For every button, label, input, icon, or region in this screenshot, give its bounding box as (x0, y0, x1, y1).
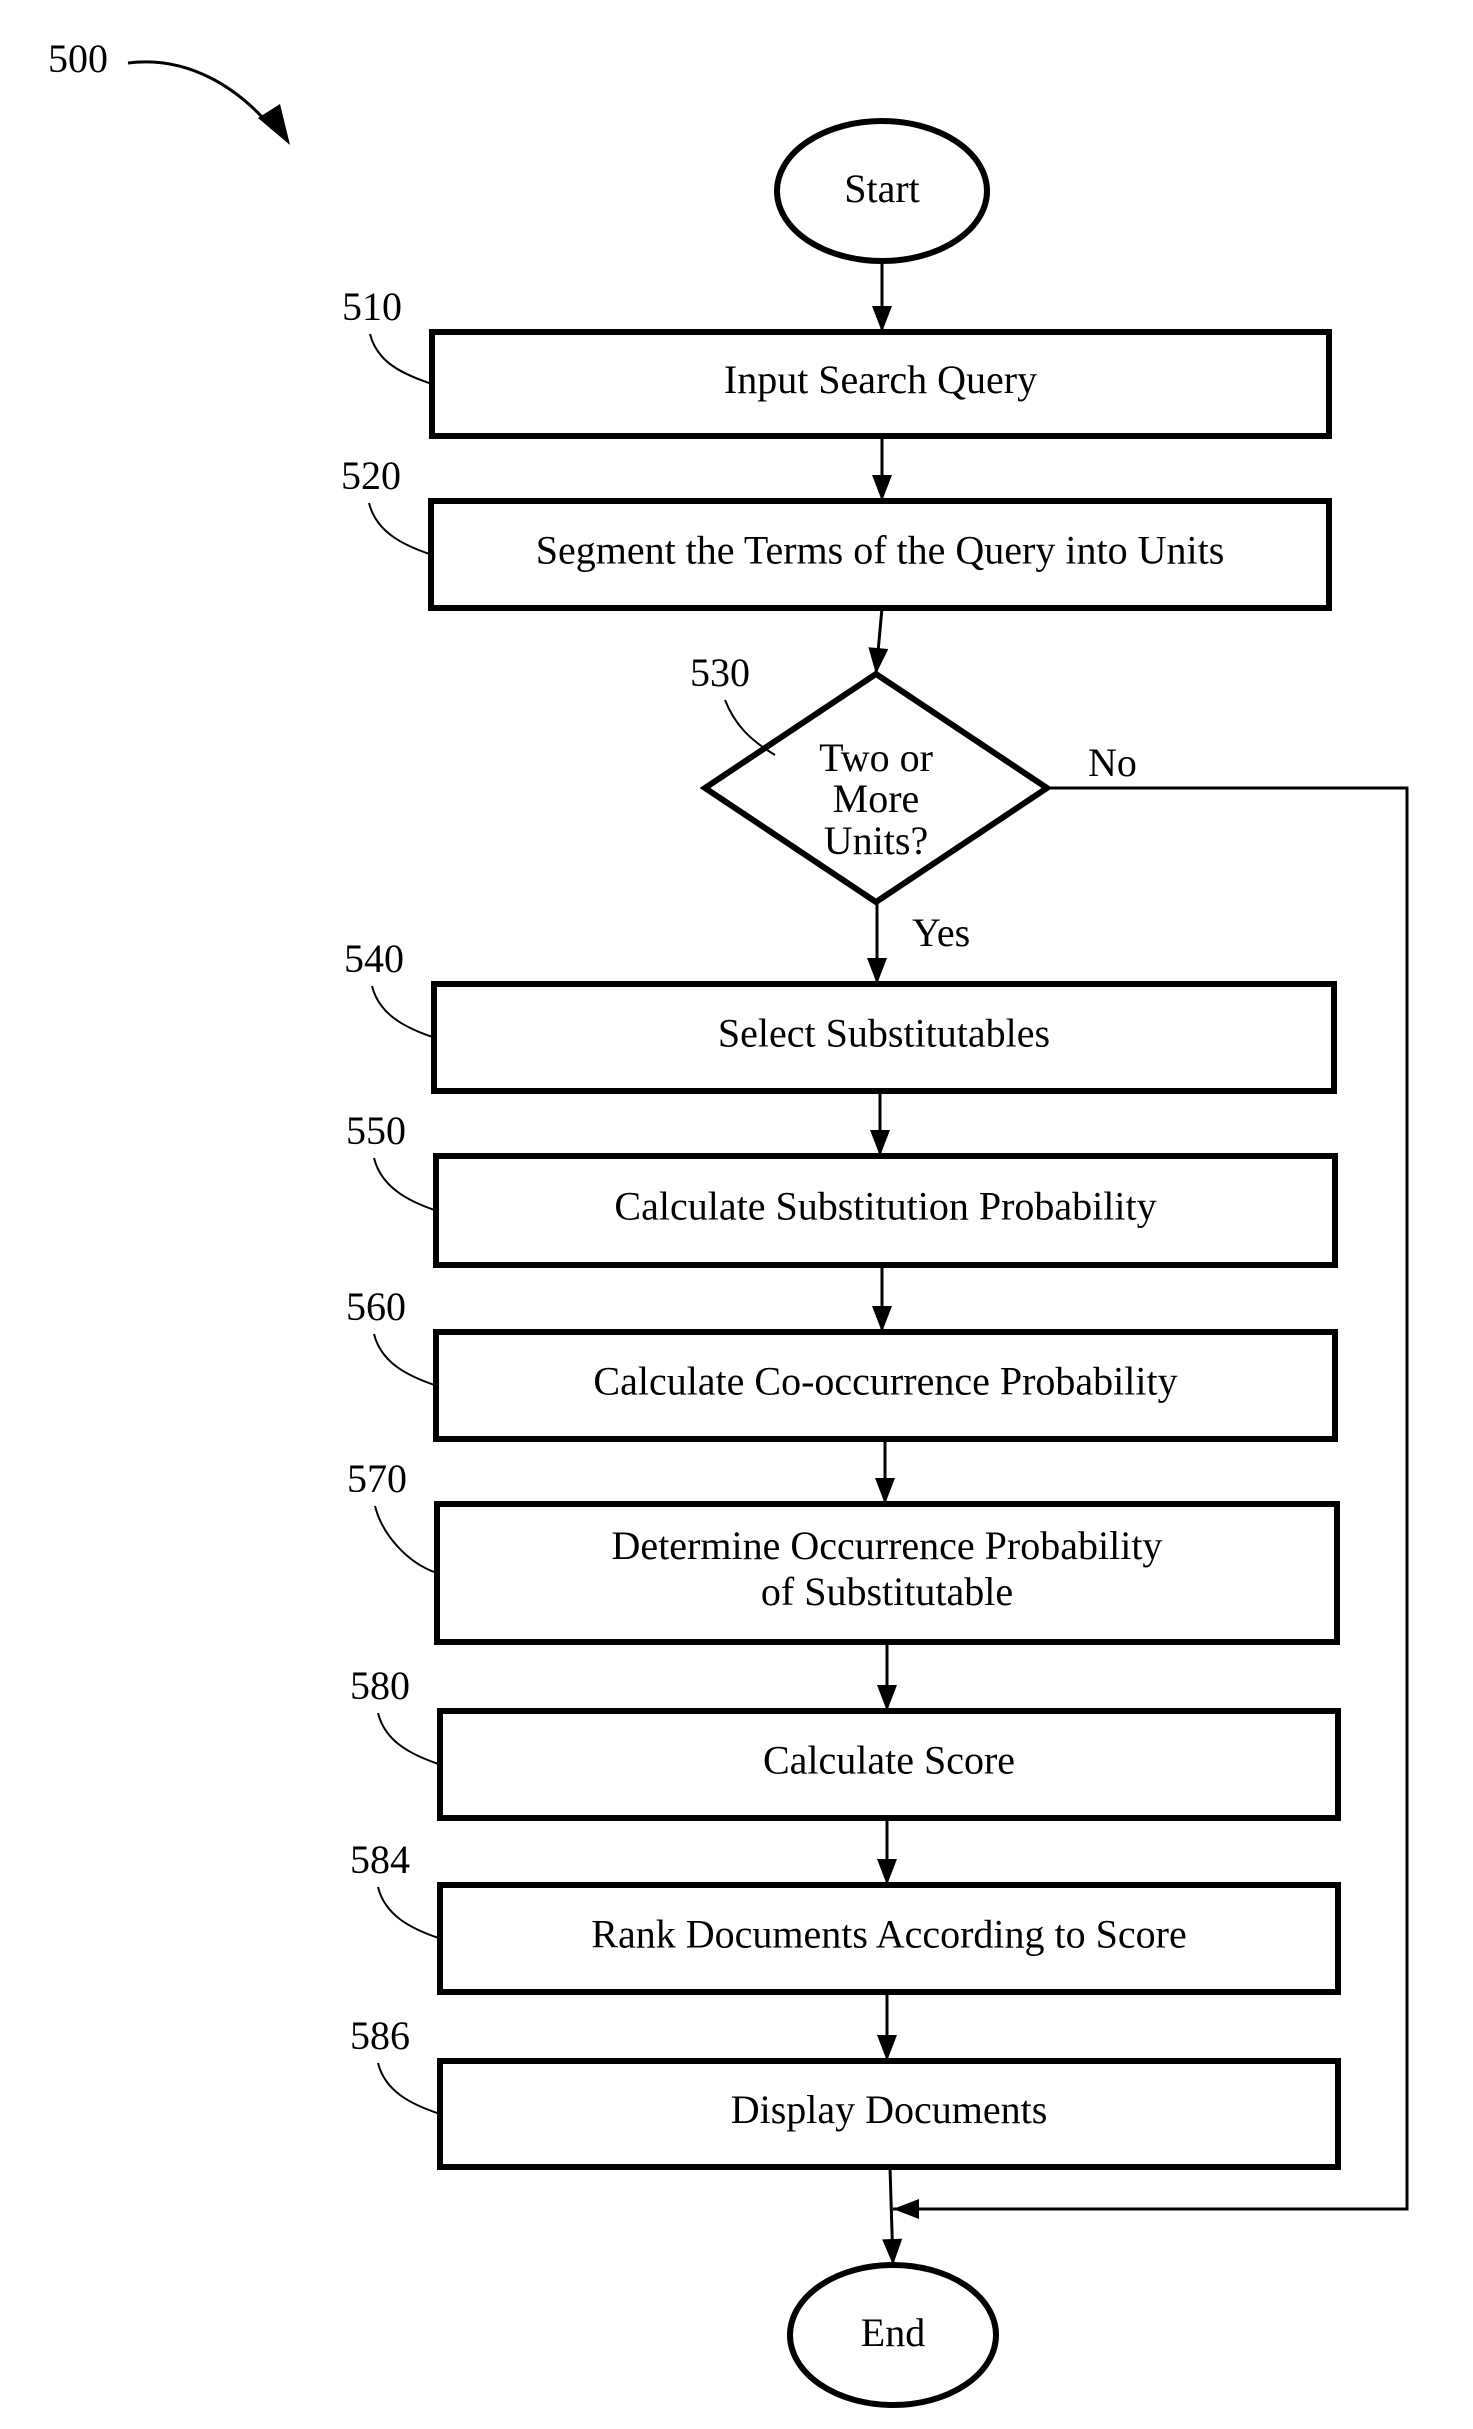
step-text: Segment the Terms of the Query into Unit… (536, 528, 1225, 573)
arrowhead-icon (872, 306, 892, 332)
step-text: Calculate Substitution Probability (614, 1184, 1156, 1229)
step-ref-leader (373, 1157, 437, 1212)
step-ref-leader (377, 2062, 441, 2115)
step-text: Display Documents (731, 2087, 1048, 2132)
arrowhead-icon (877, 2035, 897, 2061)
step-510: Input Search Query 510 (342, 284, 1332, 439)
figure-ref-arrowhead-icon (258, 104, 290, 145)
step-ref-label: 584 (350, 1837, 410, 1882)
decision-530: Two or More Units? 530 No Yes (690, 650, 1137, 955)
step-540: Select Substitutables 540 (344, 936, 1337, 1094)
step-580: Calculate Score 580 (350, 1663, 1341, 1821)
step-ref-leader (371, 985, 435, 1039)
step-ref-leader (374, 1505, 438, 1574)
step-ref-label: 540 (344, 936, 404, 981)
arrowhead-icon (867, 958, 887, 984)
step-ref-leader (377, 1886, 441, 1940)
step-text: Calculate Score (763, 1738, 1015, 1783)
step-ref-label: 510 (342, 284, 402, 329)
figure-ref-arrow (127, 60, 274, 129)
step-ref-label: 550 (346, 1108, 406, 1153)
arrowhead-icon (893, 2199, 919, 2219)
step-ref-label: 570 (347, 1456, 407, 1501)
step-ref-label: 520 (341, 453, 401, 498)
end-terminal: End (787, 2262, 999, 2408)
yes-label: Yes (912, 910, 970, 955)
decision-line-3: Units? (824, 818, 928, 863)
step-text: Calculate Co-occurrence Probability (593, 1359, 1177, 1404)
figure-ref-label: 500 (48, 36, 108, 81)
step-560: Calculate Co-occurrence Probability 560 (346, 1284, 1338, 1442)
step-ref-leader (369, 333, 433, 385)
arrowhead-icon (872, 475, 892, 501)
step-text: Input Search Query (724, 357, 1037, 402)
step-text: Determine Occurrence Probability (612, 1523, 1163, 1568)
arrowhead-icon (875, 1478, 895, 1504)
step-text: of Substitutable (761, 1569, 1013, 1614)
flowchart: 500 Start Input Search Query 510 Segment t… (48, 36, 1409, 2408)
step-550: Calculate Substitution Probability 550 (346, 1108, 1338, 1268)
step-570: Determine Occurrence Probabilityof Subst… (347, 1456, 1340, 1645)
start-label: Start (844, 166, 920, 211)
arrowhead-icon (877, 1859, 897, 1885)
step-ref-leader (377, 1712, 441, 1766)
step-ref-leader (368, 502, 432, 556)
decision-ref-label: 530 (690, 650, 750, 695)
start-terminal: Start (774, 118, 990, 264)
step-ref-label: 580 (350, 1663, 410, 1708)
step-584: Rank Documents According to Score 584 (350, 1837, 1341, 1995)
decision-line-2: More (833, 776, 920, 821)
arrowhead-icon (882, 2238, 903, 2265)
step-520: Segment the Terms of the Query into Unit… (341, 453, 1332, 611)
end-label: End (861, 2310, 925, 2355)
arrowhead-icon (868, 647, 889, 674)
decision-line-1: Two or (819, 735, 933, 780)
step-text: Rank Documents According to Score (591, 1912, 1186, 1957)
no-label: No (1088, 740, 1137, 785)
step-586: Display Documents 586 (350, 2013, 1341, 2170)
step-ref-label: 586 (350, 2013, 410, 2058)
step-text: Select Substitutables (718, 1011, 1050, 1056)
arrowhead-icon (870, 1130, 890, 1156)
step-ref-leader (373, 1333, 437, 1387)
step-ref-label: 560 (346, 1284, 406, 1329)
arrowhead-icon (872, 1306, 892, 1332)
arrowhead-icon (877, 1685, 897, 1711)
